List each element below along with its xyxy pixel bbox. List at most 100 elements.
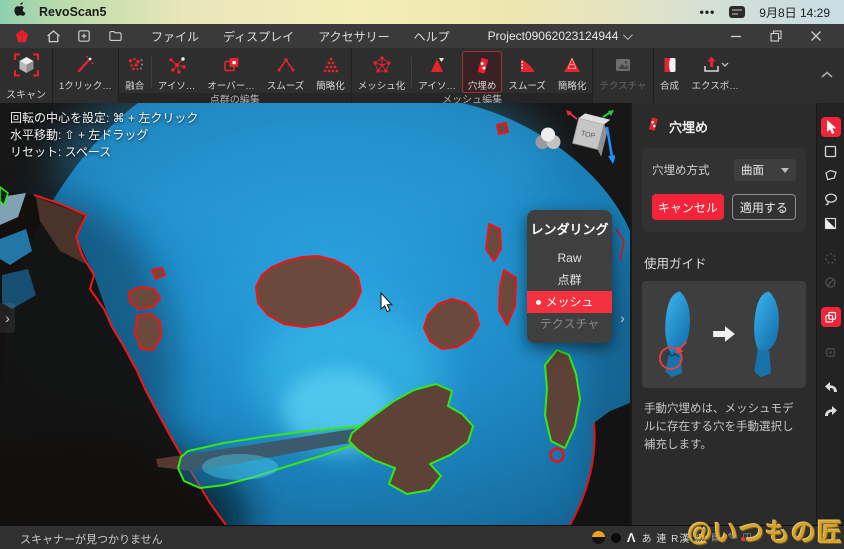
- fusion-button[interactable]: 融合: [119, 51, 151, 93]
- render-mode-popup: レンダリング Raw 点群 メッシュ テクスチャ: [527, 210, 612, 343]
- macos-ellipsis-menu[interactable]: •••: [700, 5, 716, 19]
- ime-caret-icon: Λ: [627, 530, 636, 545]
- hole-fill-settings-card: 穴埋め方式 曲面 キャンセル 適用する: [642, 148, 806, 232]
- menu-accessories[interactable]: アクセサリー: [318, 28, 389, 45]
- method-value: 曲面: [741, 162, 764, 178]
- 3d-viewport[interactable]: 回転の中心を設定: ⌘ + 左クリック 水平移動: ⇧ + 左ドラッグ リセット…: [0, 103, 630, 525]
- fill-selection-tool-disabled[interactable]: [821, 342, 841, 362]
- macos-datetime[interactable]: 9月8日 14:29: [759, 4, 830, 21]
- apply-button[interactable]: 適用する: [732, 194, 796, 220]
- smooth-points-icon: [276, 54, 296, 76]
- one-click-button[interactable]: 1クリック…: [53, 51, 118, 93]
- simplify-mesh-button[interactable]: 簡略化: [552, 51, 593, 93]
- brush-tool-disabled[interactable]: [821, 272, 841, 292]
- navigation-cube[interactable]: TOP: [565, 109, 615, 170]
- scanner-status-message: スキャナーが見つかりません: [20, 531, 163, 547]
- texture-image-icon: [613, 54, 633, 76]
- macos-menu-bar: RevoScan5 ••• 9月8日 14:29: [0, 0, 844, 24]
- usage-guide-image: [642, 281, 806, 388]
- simplify-mesh-icon: [562, 54, 582, 76]
- hole-fill-button[interactable]: 穴埋め: [462, 51, 503, 93]
- menu-display[interactable]: ディスプレイ: [223, 28, 294, 45]
- render-option-raw[interactable]: Raw: [527, 247, 612, 269]
- simplify-points-icon: [321, 54, 341, 76]
- input-source-icon[interactable]: [729, 6, 745, 18]
- ime-dot-icon: [611, 533, 621, 543]
- isolated-points-icon: [167, 54, 187, 76]
- ribbon-collapse-button[interactable]: [820, 67, 834, 85]
- export-button[interactable]: エクスポ…: [686, 51, 745, 93]
- isolated-points-button[interactable]: アイソ…: [152, 51, 202, 93]
- ribbon-toolbar: スキャン 1クリック… 融合: [0, 48, 844, 103]
- menu-help[interactable]: ヘルプ: [414, 28, 450, 45]
- hole-fill-panel: 穴埋め 穴埋め方式 曲面 キャンセル 適用する 使用ガイド: [630, 103, 816, 525]
- close-window-button[interactable]: [806, 26, 826, 46]
- dropdown-caret-icon: [781, 168, 789, 173]
- project-selector[interactable]: Project09062023124944: [488, 29, 631, 43]
- hint-reset: リセット: スペース: [10, 144, 198, 161]
- rectangle-select-tool[interactable]: [821, 141, 841, 161]
- new-project-button[interactable]: [74, 26, 94, 46]
- duplicate-selection-tool[interactable]: [821, 307, 841, 327]
- left-panel-expand-button[interactable]: ›: [0, 303, 15, 333]
- select-cursor-tool[interactable]: [821, 117, 841, 137]
- smooth-mesh-icon: [517, 54, 537, 76]
- smooth-mesh-button[interactable]: スムーズ: [502, 51, 552, 93]
- scan-cube-icon: [13, 54, 40, 76]
- render-popup-title: レンダリング: [527, 219, 612, 238]
- smooth-points-button[interactable]: スムーズ: [261, 51, 311, 93]
- lasso-select-tool[interactable]: [821, 189, 841, 209]
- simplify-points-button[interactable]: 簡略化: [310, 51, 351, 93]
- cancel-button[interactable]: キャンセル: [652, 194, 724, 220]
- render-option-mesh[interactable]: メッシュ: [527, 291, 612, 313]
- meshing-button[interactable]: メッシュ化: [352, 51, 412, 93]
- undo-button[interactable]: [821, 377, 841, 397]
- menu-file[interactable]: ファイル: [151, 28, 199, 45]
- render-option-points[interactable]: 点群: [527, 269, 612, 291]
- merge-button[interactable]: 合成: [654, 51, 686, 93]
- isolated-mesh-icon: [427, 54, 447, 76]
- watermark-text: @いつもの匠: [688, 513, 843, 549]
- hole-fill-panel-icon: [644, 115, 661, 137]
- panel-title: 穴埋め: [669, 117, 708, 136]
- overlap-squares-icon: [221, 54, 241, 76]
- minimize-button[interactable]: [726, 26, 746, 46]
- polygon-select-tool[interactable]: [821, 165, 841, 185]
- usage-guide-title: 使用ガイド: [644, 253, 804, 272]
- apple-logo-icon[interactable]: [14, 2, 27, 22]
- view-orbit-widget[interactable]: [533, 125, 563, 160]
- selection-tool-rail: [816, 103, 844, 525]
- scan-label: スキャン: [0, 88, 52, 103]
- macos-app-name[interactable]: RevoScan5: [39, 5, 106, 19]
- chevron-down-icon: [623, 30, 633, 40]
- open-project-button[interactable]: [105, 26, 125, 46]
- restore-window-button[interactable]: [766, 26, 786, 46]
- revoscan-logo-icon: [12, 26, 32, 46]
- selected-dot-icon: [536, 300, 541, 305]
- invert-selection-tool[interactable]: [821, 213, 841, 233]
- method-label: 穴埋め方式: [652, 162, 710, 178]
- overlap-points-button[interactable]: オーバー…: [201, 51, 260, 93]
- export-icon: [701, 54, 729, 76]
- ime-palette-icon: [592, 531, 605, 544]
- meshing-wireframe-icon: [372, 54, 392, 76]
- project-name: Project09062023124944: [488, 29, 619, 43]
- hint-pan: 水平移動: ⇧ + 左ドラッグ: [10, 127, 198, 144]
- redo-button[interactable]: [821, 401, 841, 421]
- hole-fill-icon: [472, 54, 492, 76]
- fusion-dots-icon: [125, 54, 145, 76]
- render-option-texture[interactable]: テクスチャ: [527, 313, 612, 335]
- texture-button[interactable]: テクスチャ: [593, 51, 652, 93]
- merge-icon: [660, 54, 680, 76]
- scan-button[interactable]: [7, 51, 46, 77]
- usage-guide-description: 手動穴埋めは、メッシュモデルに存在する穴を手動選択し補充します。: [644, 401, 804, 454]
- app-title-bar: ファイル ディスプレイ アクセサリー ヘルプ Project0906202312…: [0, 24, 844, 48]
- menu-bar: ファイル ディスプレイ アクセサリー ヘルプ: [151, 28, 450, 45]
- right-panel-expand-button[interactable]: ›: [615, 303, 630, 333]
- isolated-mesh-button[interactable]: アイソ…: [412, 51, 462, 93]
- home-button[interactable]: [43, 26, 63, 46]
- deselect-all-tool-disabled[interactable]: [821, 248, 841, 268]
- viewport-hints: 回転の中心を設定: ⌘ + 左クリック 水平移動: ⇧ + 左ドラッグ リセット…: [10, 110, 198, 161]
- revoscan-app-window: RevoScan5 ••• 9月8日 14:29 ファイル ディスプレイ: [0, 0, 844, 549]
- method-dropdown[interactable]: 曲面: [734, 159, 796, 181]
